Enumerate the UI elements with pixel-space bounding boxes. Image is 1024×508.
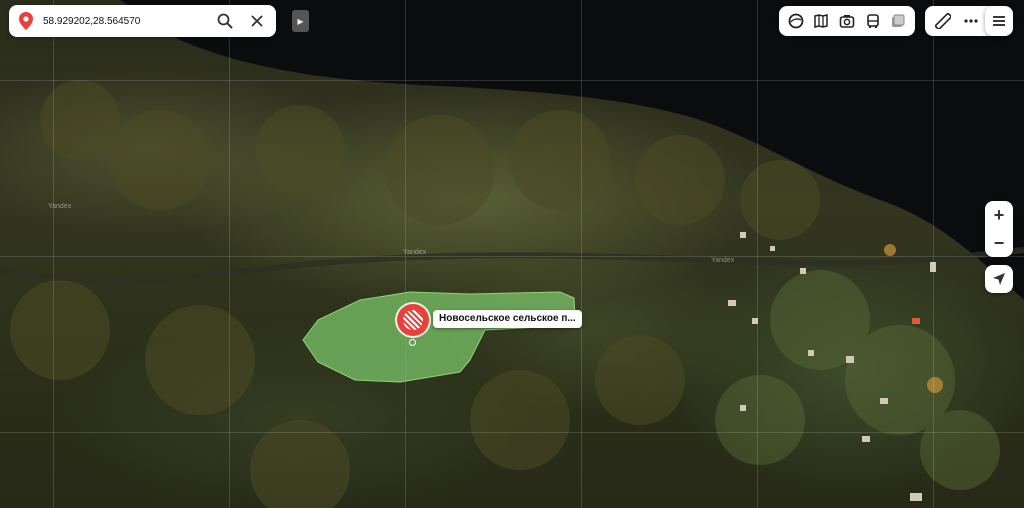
navigation-arrow-icon: [993, 273, 1005, 285]
ruler-button[interactable]: [929, 7, 957, 35]
ruler-icon: [935, 13, 951, 29]
transit-button[interactable]: [860, 7, 886, 35]
bus-icon: [866, 14, 879, 28]
menu-toolbar: [985, 6, 1013, 36]
traffic-button[interactable]: [885, 7, 911, 35]
map-canvas[interactable]: Yandex Yandex Yandex Новосельское сельск…: [0, 0, 1024, 508]
more-button[interactable]: [957, 7, 985, 35]
search-input[interactable]: [41, 14, 205, 28]
pin-anchor-dot: [409, 339, 416, 346]
location-pin-icon: [19, 12, 33, 30]
search-icon: [217, 13, 233, 29]
close-icon: [251, 15, 263, 27]
panorama-button[interactable]: [809, 7, 835, 35]
hatch-icon: [403, 310, 423, 330]
zoom-in-button[interactable]: +: [985, 201, 1013, 229]
layers-icon: [788, 13, 804, 29]
traffic-icon: [892, 14, 905, 27]
zoom-out-button[interactable]: −: [985, 229, 1013, 257]
menu-icon: [993, 16, 1005, 26]
land-parcel[interactable]: [0, 0, 1024, 508]
map-layers-toolbar: [779, 6, 915, 36]
locate-me-button[interactable]: [985, 265, 1013, 293]
clear-button[interactable]: [244, 8, 270, 34]
chevron-right-icon: ▶: [297, 16, 304, 26]
more-icon: [964, 19, 978, 23]
photo-button[interactable]: [834, 7, 860, 35]
zoom-control: + −: [985, 201, 1013, 257]
layers-button[interactable]: [783, 7, 809, 35]
parcel-pin[interactable]: [397, 304, 429, 336]
camera-icon: [839, 15, 855, 28]
panorama-icon: [814, 14, 829, 28]
menu-button[interactable]: [989, 7, 1009, 35]
collapse-panel-button[interactable]: ▶: [292, 10, 309, 32]
search-button[interactable]: [212, 8, 238, 34]
search-bar: [9, 5, 276, 37]
poi-label[interactable]: Новосельское сельское п...: [433, 310, 582, 328]
